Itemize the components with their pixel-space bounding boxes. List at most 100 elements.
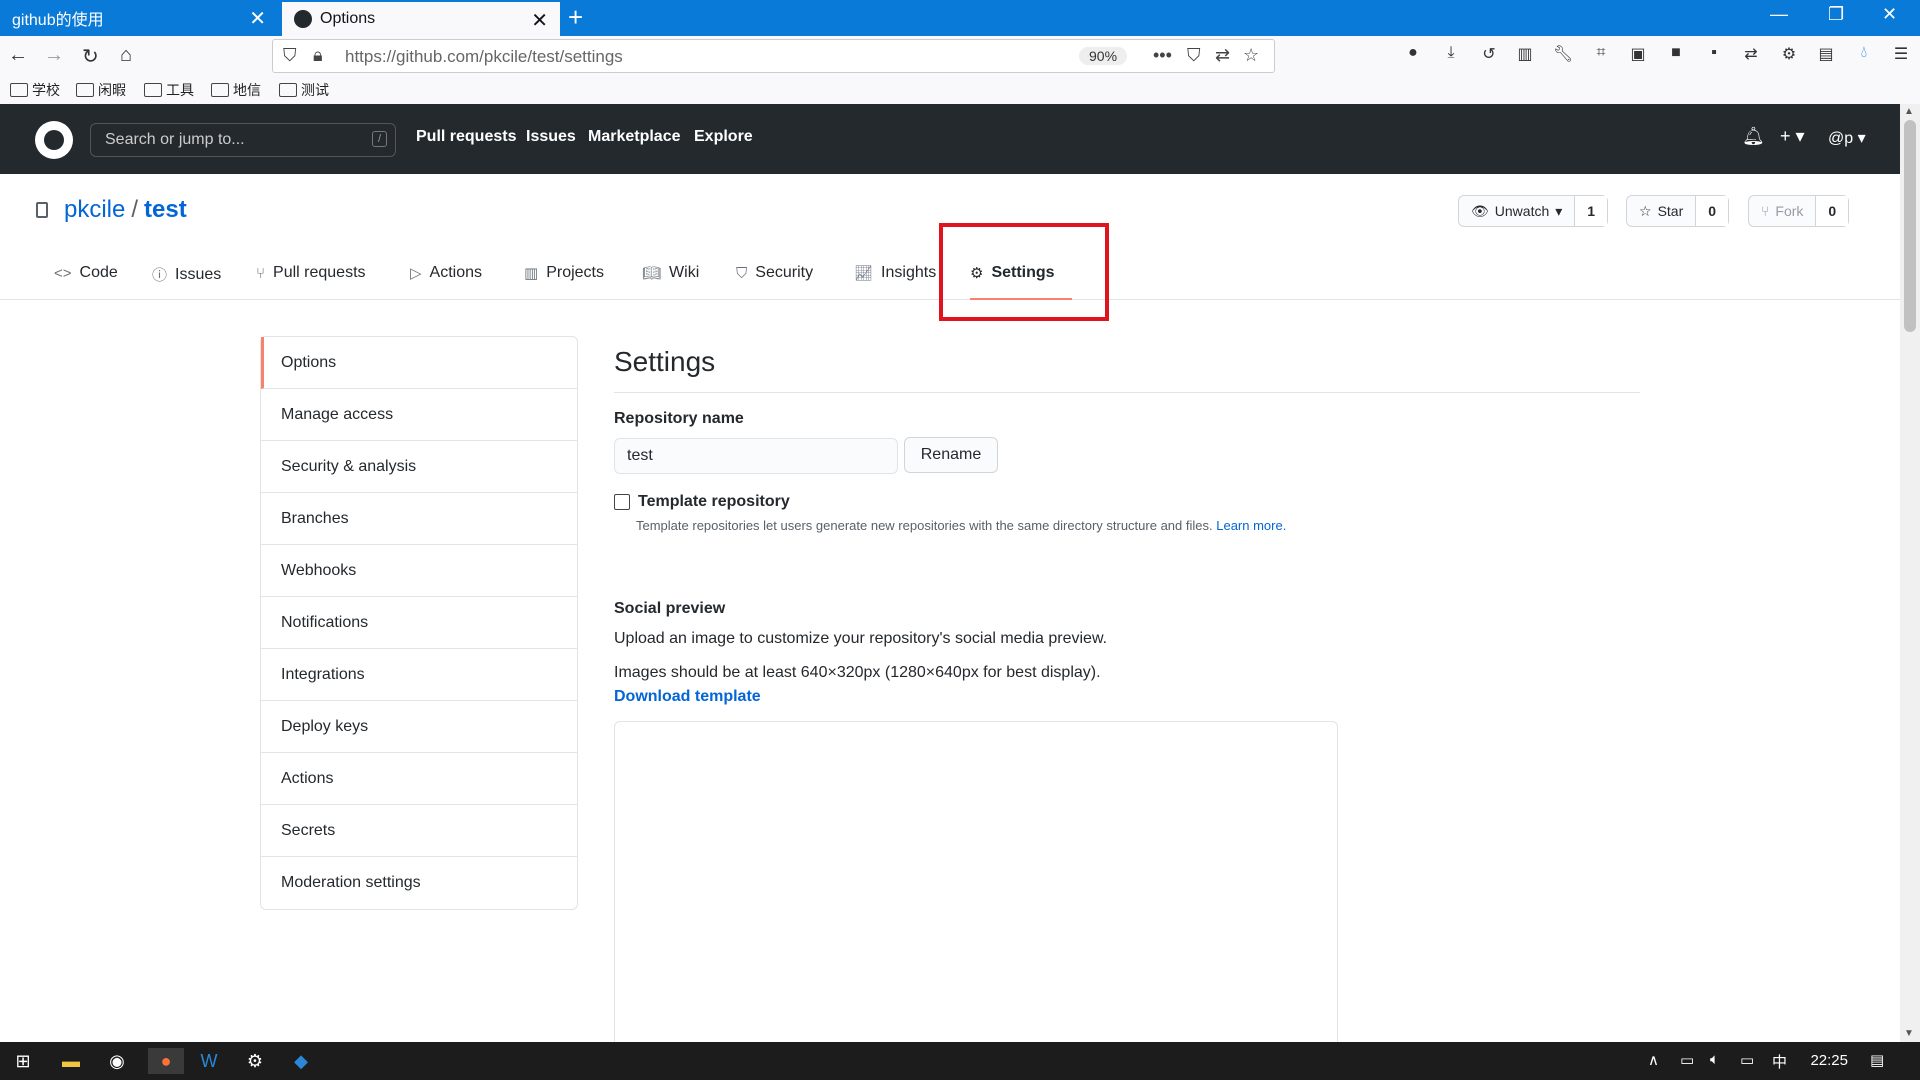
sidebar-icon[interactable]: ▥: [1514, 44, 1536, 66]
scrollbar-thumb[interactable]: [1904, 120, 1916, 332]
nav-marketplace[interactable]: Marketplace: [588, 128, 681, 146]
back-icon[interactable]: ←: [8, 44, 28, 67]
close-icon[interactable]: ✕: [531, 8, 548, 33]
tab-issues[interactable]: ⓘ Issues: [152, 264, 221, 285]
tab-projects[interactable]: ▥ Projects: [524, 264, 604, 282]
sidebar-item-actions[interactable]: Actions: [261, 753, 577, 805]
star-count[interactable]: 0: [1695, 196, 1729, 226]
repo-name-link[interactable]: test: [144, 196, 187, 224]
download-icon[interactable]: ⤓: [1440, 44, 1462, 66]
repo-owner-link[interactable]: pkcile: [64, 196, 125, 224]
sidebar-item-secrets[interactable]: Secrets: [261, 805, 577, 857]
tab-pull-requests[interactable]: ⑂ Pull requests: [256, 264, 366, 282]
zoom-level[interactable]: 90%: [1079, 47, 1128, 65]
tab-security[interactable]: ⛉ Security: [736, 264, 813, 282]
translate-ext-icon[interactable]: ⇄: [1740, 44, 1762, 66]
scroll-down-icon[interactable]: ▼: [1904, 1028, 1914, 1039]
bookmark-folder[interactable]: 测试: [279, 80, 329, 100]
volume-icon[interactable]: 🔈︎: [1710, 1051, 1719, 1068]
wrench-icon[interactable]: 🔧︎: [1552, 44, 1574, 66]
screenshot-icon[interactable]: ▣: [1627, 44, 1649, 66]
app-icon[interactable]: ◉: [104, 1048, 130, 1074]
bookmark-star-icon[interactable]: ☆: [1243, 45, 1259, 66]
plus-dropdown-icon[interactable]: + ▾: [1780, 126, 1805, 147]
minimize-icon[interactable]: —: [1770, 4, 1788, 25]
ime-indicator[interactable]: 中: [1772, 1051, 1787, 1072]
vscode-icon[interactable]: ◆: [288, 1048, 314, 1074]
history-icon[interactable]: ↺: [1478, 44, 1500, 66]
sidebar-item-security-analysis[interactable]: Security & analysis: [261, 441, 577, 493]
battery-icon[interactable]: ▭: [1740, 1051, 1754, 1069]
sidebar-item-notifications[interactable]: Notifications: [261, 597, 577, 649]
bookmark-folder[interactable]: 闲暇: [76, 80, 126, 100]
bookmark-folder[interactable]: 工具: [144, 80, 194, 100]
translate-icon[interactable]: ⇄: [1215, 45, 1230, 66]
window-close-icon[interactable]: ✕: [1882, 4, 1897, 25]
network-icon[interactable]: ▭: [1680, 1051, 1694, 1069]
template-repository-label[interactable]: Template repository: [638, 493, 790, 511]
restore-icon[interactable]: ❐: [1828, 4, 1844, 25]
sidebar-item-integrations[interactable]: Integrations: [261, 649, 577, 701]
wps-icon[interactable]: W: [196, 1048, 222, 1074]
github-logo-icon[interactable]: [35, 121, 73, 159]
lock-icon[interactable]: 🔒︎: [313, 45, 323, 66]
shield-icon[interactable]: ⛉: [283, 45, 297, 66]
clock[interactable]: 22:25: [1810, 1052, 1848, 1069]
nav-pull-requests[interactable]: Pull requests: [416, 128, 516, 146]
sidebar-item-options[interactable]: Options: [261, 337, 577, 389]
more-icon[interactable]: •••: [1153, 45, 1172, 66]
drop-icon[interactable]: 💧︎: [1853, 44, 1875, 66]
close-icon[interactable]: ✕: [249, 6, 266, 31]
sidebar-item-branches[interactable]: Branches: [261, 493, 577, 545]
fork-button[interactable]: ⑂ Fork 0: [1748, 195, 1850, 227]
browser-tab[interactable]: github的使用 ✕: [0, 0, 278, 36]
fork-count[interactable]: 0: [1815, 196, 1849, 226]
notification-icon[interactable]: ▤: [1870, 1051, 1884, 1069]
extension-icon[interactable]: ■: [1665, 44, 1687, 66]
tab-actions[interactable]: ▷ Actions: [410, 264, 482, 282]
sidebar-item-webhooks[interactable]: Webhooks: [261, 545, 577, 597]
sidebar-item-deploy-keys[interactable]: Deploy keys: [261, 701, 577, 753]
extension-avatar-icon[interactable]: ●: [1402, 44, 1424, 66]
reload-icon[interactable]: ↻: [82, 44, 99, 69]
sidebar-item-moderation-settings[interactable]: Moderation settings: [261, 857, 577, 909]
sidebar-item-manage-access[interactable]: Manage access: [261, 389, 577, 441]
star-button[interactable]: ☆ Star 0: [1626, 195, 1730, 227]
home-icon[interactable]: ⌂: [120, 44, 132, 67]
crop-icon[interactable]: ⌗: [1590, 44, 1612, 66]
user-menu[interactable]: @p ▾: [1828, 128, 1866, 148]
scroll-up-icon[interactable]: ▲: [1904, 106, 1914, 117]
pocket-icon[interactable]: ⛉: [1187, 45, 1201, 66]
nav-explore[interactable]: Explore: [694, 128, 753, 146]
extension-badge-icon[interactable]: ▤: [1815, 44, 1837, 66]
bookmark-folder[interactable]: 学校: [10, 80, 60, 100]
browser-tab-active[interactable]: Options ✕: [282, 2, 560, 36]
gear-badge-icon[interactable]: ⚙: [1778, 44, 1800, 66]
tab-wiki[interactable]: 📖︎ Wiki: [642, 264, 699, 282]
url-bar[interactable]: ⛉ 🔒︎ https://github.com/pkcile/test/sett…: [272, 39, 1275, 73]
tray-chevron-icon[interactable]: ∧: [1648, 1051, 1659, 1069]
rename-button[interactable]: Rename: [904, 437, 998, 473]
tab-code[interactable]: <> Code: [54, 264, 118, 282]
watch-count[interactable]: 1: [1574, 196, 1608, 226]
forward-icon[interactable]: →: [44, 44, 64, 67]
new-tab-icon[interactable]: +: [568, 2, 583, 33]
extension-l-icon[interactable]: ▪: [1703, 44, 1725, 66]
search-input[interactable]: Search or jump to... /: [90, 123, 396, 157]
tab-insights[interactable]: 📈︎ Insights: [854, 264, 936, 282]
firefox-icon[interactable]: ●: [148, 1048, 184, 1074]
social-preview-image-area[interactable]: [614, 721, 1338, 1051]
template-repository-checkbox[interactable]: [614, 494, 630, 510]
bookmark-folder[interactable]: 地信: [211, 80, 261, 100]
bell-icon[interactable]: 🔔︎: [1742, 126, 1765, 147]
settings-gear-icon[interactable]: ⚙: [242, 1048, 268, 1074]
windows-start-icon[interactable]: ⊞: [10, 1048, 36, 1074]
nav-issues[interactable]: Issues: [526, 128, 576, 146]
learn-more-link[interactable]: Learn more.: [1216, 518, 1286, 533]
menu-icon[interactable]: ☰: [1890, 44, 1912, 66]
url-text[interactable]: https://github.com/pkcile/test/settings: [345, 47, 623, 67]
repo-name-input[interactable]: test: [614, 438, 898, 474]
download-template-link[interactable]: Download template: [614, 688, 761, 706]
file-explorer-icon[interactable]: ▬: [58, 1048, 84, 1074]
watch-button[interactable]: 👁︎ Unwatch ▾ 1: [1458, 195, 1609, 227]
